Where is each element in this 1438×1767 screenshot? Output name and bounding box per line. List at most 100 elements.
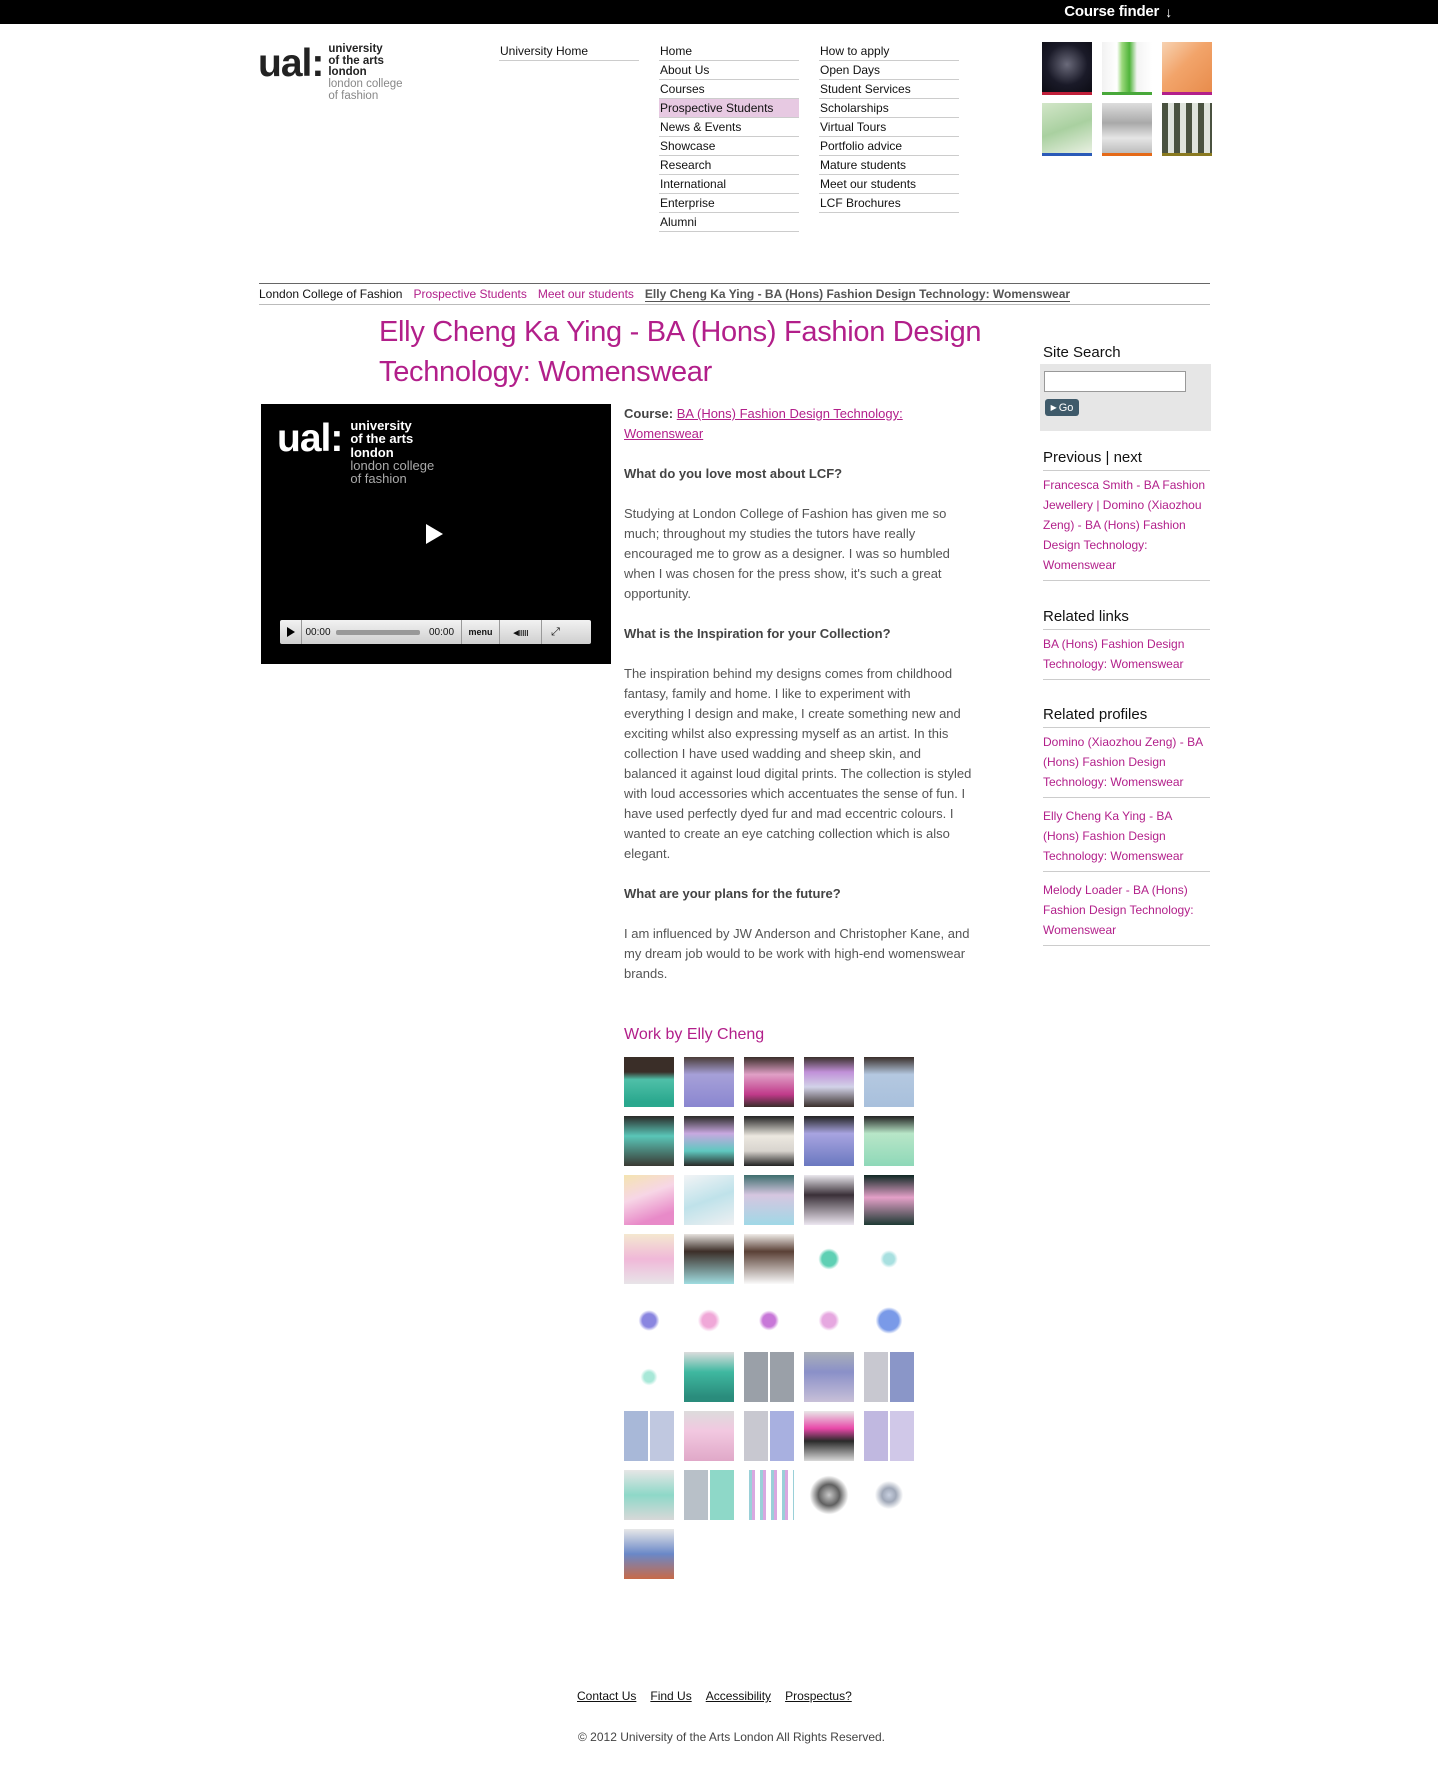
gallery-thumbnail[interactable]: [624, 1529, 674, 1579]
gallery-thumbnail[interactable]: [864, 1352, 914, 1402]
nav-item-enterprise[interactable]: Enterprise: [659, 194, 799, 213]
search-input[interactable]: [1044, 371, 1186, 392]
footer-link-contact-us[interactable]: Contact Us: [577, 1689, 636, 1703]
gallery-thumbnail[interactable]: [744, 1057, 794, 1107]
logo-line: london: [328, 66, 367, 79]
logo-line: of fashion: [328, 89, 379, 102]
related-profile-link[interactable]: Domino (Xiaozhou Zeng) - BA (Hons) Fashi…: [1043, 735, 1202, 789]
gallery-thumbnail[interactable]: [864, 1057, 914, 1107]
related-link-item: BA (Hons) Fashion Design Technology: Wom…: [1043, 634, 1210, 680]
gallery-thumbnail[interactable]: [804, 1470, 854, 1520]
nav-item-scholarships[interactable]: Scholarships: [819, 99, 959, 118]
footer-link-find-us[interactable]: Find Us: [650, 1689, 691, 1703]
gallery-thumbnail[interactable]: [804, 1116, 854, 1166]
promo-thumb-1[interactable]: [1042, 42, 1092, 95]
gallery-thumbnail[interactable]: [684, 1293, 734, 1343]
video-player[interactable]: ual: university of the arts london londo…: [261, 404, 611, 664]
gallery-thumbnail[interactable]: [804, 1057, 854, 1107]
gallery-thumbnail[interactable]: [864, 1470, 914, 1520]
nav-item-portfolio-advice[interactable]: Portfolio advice: [819, 137, 959, 156]
nav-item-mature-students[interactable]: Mature students: [819, 156, 959, 175]
promo-thumb-3[interactable]: [1162, 42, 1212, 95]
gallery-thumbnail[interactable]: [744, 1470, 794, 1520]
gallery-thumbnail[interactable]: [744, 1234, 794, 1284]
ual-logo[interactable]: ual: university of the arts london londo…: [258, 43, 403, 103]
gallery-thumbnail[interactable]: [624, 1175, 674, 1225]
nav-item-home[interactable]: Home: [659, 42, 799, 61]
gallery-thumbnail[interactable]: [624, 1470, 674, 1520]
fullscreen-icon[interactable]: ⤢: [542, 620, 569, 644]
seek-track: [336, 629, 420, 635]
question-1: What do you love most about LCF?: [624, 466, 843, 481]
gallery-thumbnail[interactable]: [804, 1352, 854, 1402]
play-icon[interactable]: [426, 524, 443, 544]
gallery-thumbnail[interactable]: [864, 1175, 914, 1225]
nav-item-showcase[interactable]: Showcase: [659, 137, 799, 156]
gallery-thumbnail[interactable]: [684, 1352, 734, 1402]
gallery-thumbnail[interactable]: [744, 1293, 794, 1343]
gallery-thumbnail[interactable]: [864, 1411, 914, 1461]
nav-item-university-home[interactable]: University Home: [499, 42, 639, 61]
go-button[interactable]: ▶ Go: [1045, 399, 1079, 416]
nav-item-courses[interactable]: Courses: [659, 80, 799, 99]
nav-item-virtual-tours[interactable]: Virtual Tours: [819, 118, 959, 137]
promo-thumb-4[interactable]: [1042, 103, 1092, 156]
gallery-thumbnail[interactable]: [804, 1293, 854, 1343]
volume-icon[interactable]: ◂ııııı: [500, 620, 542, 644]
related-link-link[interactable]: BA (Hons) Fashion Design Technology: Wom…: [1043, 637, 1184, 671]
promo-thumb-2[interactable]: [1102, 42, 1152, 95]
gallery-thumbnail[interactable]: [864, 1293, 914, 1343]
gallery-thumbnail[interactable]: [684, 1057, 734, 1107]
gallery-thumbnail[interactable]: [624, 1293, 674, 1343]
nav-item-international[interactable]: International: [659, 175, 799, 194]
footer-link-accessibility[interactable]: Accessibility: [706, 1689, 771, 1703]
gallery-thumbnail[interactable]: [624, 1057, 674, 1107]
gallery-thumbnail[interactable]: [804, 1411, 854, 1461]
nav-item-about-us[interactable]: About Us: [659, 61, 799, 80]
nav-item-alumni[interactable]: Alumni: [659, 213, 799, 232]
gallery-thumbnail[interactable]: [624, 1352, 674, 1402]
gallery-thumbnail[interactable]: [864, 1234, 914, 1284]
gallery-thumbnail[interactable]: [624, 1411, 674, 1461]
nav-item-open-days[interactable]: Open Days: [819, 61, 959, 80]
nav-item-how-to-apply[interactable]: How to apply: [819, 42, 959, 61]
seek-bar[interactable]: [334, 620, 422, 644]
play-small-button[interactable]: [280, 620, 302, 644]
related-links-list: BA (Hons) Fashion Design Technology: Wom…: [1043, 634, 1210, 688]
related-profile-link[interactable]: Melody Loader - BA (Hons) Fashion Design…: [1043, 883, 1194, 937]
gallery-thumbnail[interactable]: [744, 1116, 794, 1166]
top-bar: Course finder ↓: [0, 0, 1438, 24]
gallery-thumbnail[interactable]: [624, 1234, 674, 1284]
gallery-thumbnail[interactable]: [804, 1175, 854, 1225]
promo-thumb-6[interactable]: [1162, 103, 1212, 156]
nav-item-lcf-brochures[interactable]: LCF Brochures: [819, 194, 959, 213]
nav-item-research[interactable]: Research: [659, 156, 799, 175]
footer-link-prospectus[interactable]: Prospectus?: [785, 1689, 852, 1703]
gallery-thumbnail[interactable]: [684, 1234, 734, 1284]
gallery-thumbnail[interactable]: [744, 1352, 794, 1402]
promo-thumb-5[interactable]: [1102, 103, 1152, 156]
gallery-thumbnail[interactable]: [684, 1116, 734, 1166]
menu-button[interactable]: menu: [462, 620, 500, 644]
gallery-thumbnail[interactable]: [684, 1470, 734, 1520]
gallery-thumbnail[interactable]: [624, 1116, 674, 1166]
course-finder-link[interactable]: Course finder ↓: [1064, 3, 1172, 20]
nav-item-prospective-students[interactable]: Prospective Students: [659, 99, 799, 118]
gallery-thumbnail[interactable]: [864, 1116, 914, 1166]
time-total: 00:00: [422, 620, 462, 644]
gallery-thumbnail[interactable]: [684, 1411, 734, 1461]
site-search-title: Site Search: [1043, 344, 1121, 361]
prev-next-link[interactable]: Francesca Smith - BA Fashion Jewellery |…: [1043, 478, 1205, 572]
gallery-thumbnail[interactable]: [804, 1234, 854, 1284]
breadcrumb-lcf[interactable]: London College of Fashion: [259, 287, 402, 302]
gallery-thumbnail[interactable]: [744, 1175, 794, 1225]
related-profile-link[interactable]: Elly Cheng Ka Ying - BA (Hons) Fashion D…: [1043, 809, 1184, 863]
nav-item-news-events[interactable]: News & Events: [659, 118, 799, 137]
breadcrumb-meet-students[interactable]: Meet our students: [538, 287, 634, 302]
gallery-thumbnail[interactable]: [744, 1411, 794, 1461]
nav-item-student-services[interactable]: Student Services: [819, 80, 959, 99]
nav-item-meet-our-students[interactable]: Meet our students: [819, 175, 959, 194]
gallery-thumbnail[interactable]: [684, 1175, 734, 1225]
question-2: What is the Inspiration for your Collect…: [624, 626, 891, 641]
breadcrumb-prospective[interactable]: Prospective Students: [413, 287, 526, 302]
